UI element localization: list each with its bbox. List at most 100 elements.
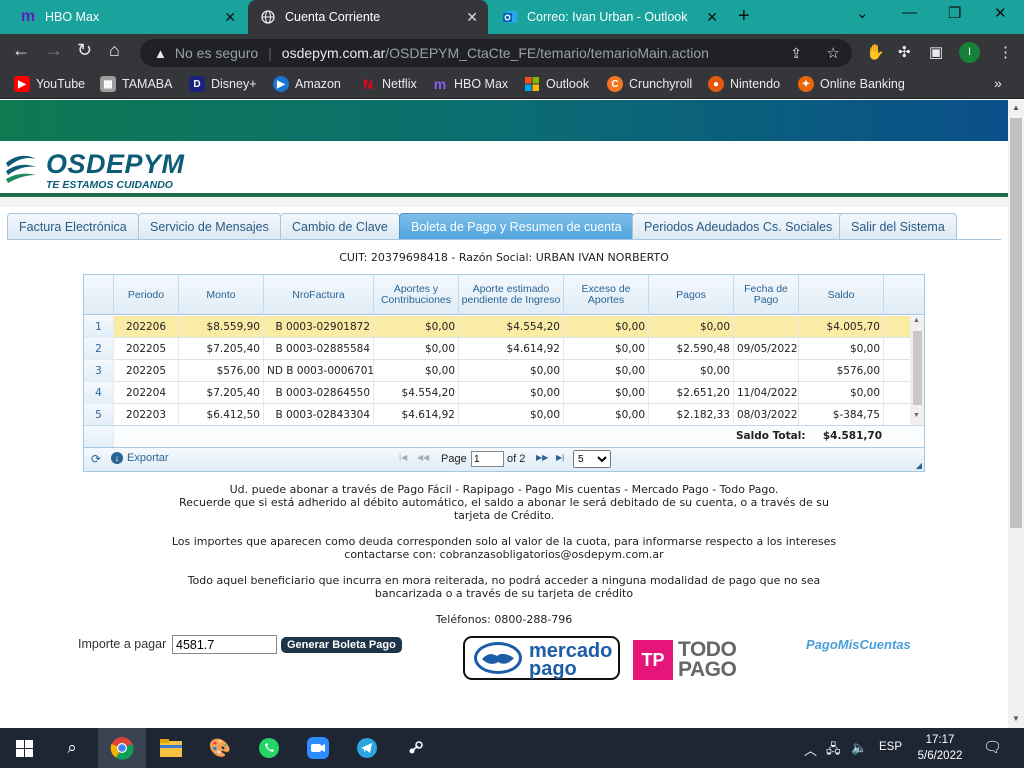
page-scroll-thumb[interactable] — [1010, 118, 1022, 528]
table-row[interactable]: 4 202204 $7.205,40 B 0003-02864550 $4.554,20… — [84, 382, 910, 404]
whatsapp-icon[interactable] — [257, 736, 281, 760]
volume-icon[interactable]: 🔈 — [851, 740, 867, 756]
home-icon[interactable]: ⌂ — [109, 40, 120, 61]
bookmark-tamaba[interactable]: ▦ TAMABA — [100, 76, 172, 92]
address-bar[interactable]: ▲ No es seguro | osdepym.com.ar /OSDEPYM… — [140, 39, 852, 67]
scroll-up-icon[interactable]: ▲ — [913, 317, 920, 324]
saldo-total-label: Saldo Total: — [736, 430, 806, 442]
windows-taskbar: ⌕ 🎨 ︿ 🖧 🔈 ESP 17:17 5/6/2022 🗨 — [0, 728, 1024, 768]
minimize-button[interactable]: — — [902, 4, 917, 21]
bookmark-nintendo[interactable]: ● Nintendo — [708, 76, 780, 92]
cell-rownum: 4 — [84, 382, 114, 404]
bookmark-crunchyroll[interactable]: C Crunchyroll — [607, 76, 692, 92]
language-indicator[interactable]: ESP — [879, 741, 902, 753]
forward-icon[interactable]: → — [45, 40, 63, 61]
reload-icon[interactable]: ↻ — [77, 40, 92, 61]
show-hidden-icons-icon[interactable]: ︿ — [804, 740, 817, 759]
bookmark-amazon[interactable]: ▶ Amazon — [273, 76, 341, 92]
scroll-down-icon[interactable]: ▼ — [913, 412, 920, 419]
table-row[interactable]: 5 202203 $6.412,50 B 0003-02843304 $4.614,92… — [84, 404, 910, 426]
extensions-puzzle-icon[interactable]: ✣ — [898, 43, 911, 61]
grid-scroll-thumb[interactable] — [913, 331, 922, 405]
table-row[interactable]: 2 202205 $7.205,40 B 0003-02885584 $0,00 $4.6… — [84, 338, 910, 360]
search-icon[interactable]: ⌕ — [60, 736, 84, 760]
page-size-select[interactable]: 5 — [573, 450, 611, 468]
warning-icon[interactable]: ▲ — [154, 46, 167, 61]
tab-outlook[interactable]: Correo: Ivan Urban - Outlook ✕ — [490, 0, 728, 34]
last-page-icon[interactable]: ▶| — [556, 453, 564, 462]
close-icon[interactable]: ✕ — [224, 9, 236, 26]
next-page-icon[interactable]: ▶▶ — [536, 453, 548, 462]
tab-periodos-adeudados[interactable]: Periodos Adeudados Cs. Sociales — [632, 213, 845, 240]
scroll-down-icon[interactable]: ▼ — [1012, 714, 1020, 723]
bookmark-disney[interactable]: D Disney+ — [189, 76, 257, 92]
steam-icon[interactable] — [404, 736, 428, 760]
importe-input[interactable] — [172, 635, 277, 654]
tab-search-icon[interactable]: ⌄ — [856, 4, 869, 22]
file-explorer-icon[interactable] — [159, 736, 183, 760]
share-icon[interactable]: ⇪ — [790, 45, 802, 62]
bookmark-hbo-max[interactable]: m HBO Max — [432, 76, 508, 92]
more-bookmarks-icon[interactable]: » — [994, 75, 1002, 91]
tab-factura-electronica[interactable]: Factura Electrónica — [7, 213, 139, 240]
page-scrollbar[interactable]: ▲ ▼ — [1008, 100, 1024, 728]
grid-header-aporte-estimado[interactable]: Aporte estimado pendiente de Ingreso — [459, 275, 564, 315]
system-clock[interactable]: 17:17 5/6/2022 — [912, 732, 968, 764]
paint-icon[interactable]: 🎨 — [208, 736, 232, 760]
page-number-input[interactable] — [471, 451, 504, 467]
table-row[interactable]: 3 202205 $576,00 ND B 0003-00067016 $0,00 $0,… — [84, 360, 910, 382]
tab-servicio-mensajes[interactable]: Servicio de Mensajes — [138, 213, 281, 240]
todo-pago-logo: TP TODO PAGO — [633, 638, 745, 682]
zoom-icon[interactable] — [306, 736, 330, 760]
bookmark-outlook[interactable]: Outlook — [524, 76, 589, 92]
nintendo-icon: ● — [708, 76, 724, 92]
generate-boleta-button[interactable]: Generar Boleta Pago — [281, 637, 402, 653]
notifications-icon[interactable]: 🗨 — [983, 738, 1002, 756]
telegram-icon[interactable] — [355, 736, 379, 760]
tamaba-icon: ▦ — [100, 76, 116, 92]
cell-nrofactura: ND B 0003-00067016 — [264, 360, 374, 382]
bookmark-star-icon[interactable]: ☆ — [827, 44, 840, 62]
tab-boleta-pago[interactable]: Boleta de Pago y Resumen de cuenta — [399, 213, 634, 240]
bookmark-youtube[interactable]: ▶ YouTube — [14, 76, 85, 92]
tab-salir[interactable]: Salir del Sistema — [839, 213, 957, 240]
scroll-up-icon[interactable]: ▲ — [1012, 103, 1020, 112]
new-tab-button[interactable]: + — [738, 5, 750, 28]
cell-fecha-pago — [734, 316, 799, 338]
grid-header-periodo[interactable]: Periodo — [114, 275, 179, 315]
bookmark-online-banking[interactable]: ✦ Online Banking — [798, 76, 905, 92]
close-window-button[interactable]: ✕ — [994, 4, 1007, 22]
network-icon[interactable]: 🖧 — [826, 740, 841, 762]
grid-header-nrofactura[interactable]: NroFactura — [264, 275, 374, 315]
restore-button[interactable]: ❐ — [948, 4, 961, 22]
export-button[interactable]: ↓ Exportar — [111, 452, 169, 464]
tab-hbo-max[interactable]: m HBO Max ✕ — [8, 0, 246, 34]
menu-kebab-icon[interactable]: ⋮ — [998, 43, 1013, 61]
close-icon[interactable]: ✕ — [706, 9, 718, 26]
grid-header-saldo[interactable]: Saldo — [799, 275, 884, 315]
first-page-icon[interactable]: |◀ — [399, 453, 407, 462]
tab-cuenta-corriente[interactable]: Cuenta Corriente ✕ — [248, 0, 488, 34]
refresh-icon[interactable]: ⟳ — [91, 452, 101, 466]
profile-avatar[interactable]: I — [959, 42, 980, 63]
side-panel-icon[interactable]: ▣ — [929, 43, 943, 61]
prev-page-icon[interactable]: ◀◀ — [417, 453, 429, 462]
back-icon[interactable]: ← — [12, 40, 30, 61]
payment-methods-text: Ud. puede abonar a través de Pago Fácil … — [229, 483, 779, 496]
grid-header-fecha-pago[interactable]: Fecha de Pago — [734, 275, 799, 315]
table-row[interactable]: 1 202206 $8.559,90 B 0003-02901872 $0,00 $4.5… — [84, 316, 910, 338]
grid-header-pagos[interactable]: Pagos — [649, 275, 734, 315]
grid-scrollbar[interactable]: ▲ ▼ — [910, 316, 924, 425]
windows-start-icon[interactable] — [12, 736, 36, 760]
close-icon[interactable]: ✕ — [466, 9, 478, 26]
bookmark-netflix[interactable]: N Netflix — [360, 76, 417, 92]
grid-header-aportes[interactable]: Aportes y Contribuciones — [374, 275, 459, 315]
tab-cambio-clave[interactable]: Cambio de Clave — [280, 213, 400, 240]
tab-title: Cuenta Corriente — [285, 10, 381, 24]
extension-stop-icon[interactable]: ✋ — [866, 43, 885, 61]
grid-header-rownum — [84, 275, 114, 315]
grid-header-monto[interactable]: Monto — [179, 275, 264, 315]
grid-header-exceso[interactable]: Exceso de Aportes — [564, 275, 649, 315]
resize-handle-icon[interactable]: ◢ — [916, 461, 922, 470]
chrome-icon[interactable] — [110, 736, 134, 760]
